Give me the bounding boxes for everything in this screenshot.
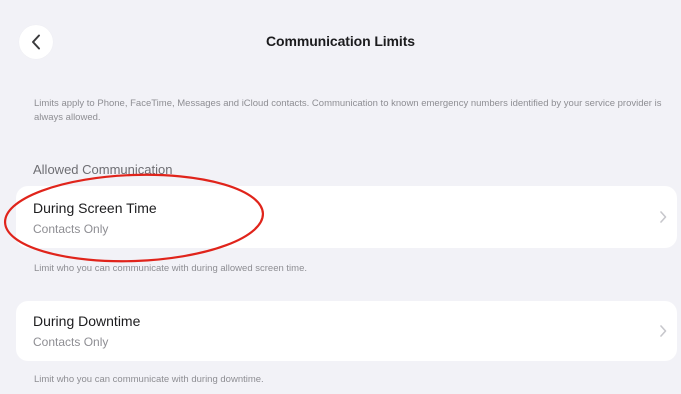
chevron-right-icon [660,325,667,337]
page-title: Communication Limits [266,33,415,49]
row-title: During Downtime [33,313,141,329]
navigation-bar: Communication Limits [0,0,681,76]
communication-limits-screen: Communication Limits Limits apply to Pho… [0,0,681,394]
during-screen-time-row[interactable]: During Screen Time Contacts Only [16,186,677,248]
row-subtitle: Contacts Only [33,335,109,349]
section-header: Allowed Communication [33,162,173,177]
row-title: During Screen Time [33,200,157,216]
downtime-footer-note: Limit who you can communicate with durin… [34,374,264,385]
chevron-right-icon [660,211,667,223]
during-downtime-row[interactable]: During Downtime Contacts Only [16,301,677,361]
intro-note: Limits apply to Phone, FaceTime, Message… [34,98,662,123]
row-subtitle: Contacts Only [33,222,109,236]
screen-time-footer-note: Limit who you can communicate with durin… [34,263,307,274]
